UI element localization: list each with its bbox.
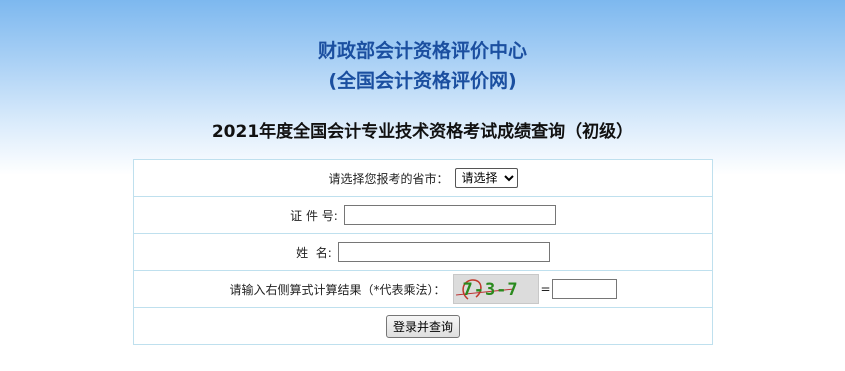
captcha-image[interactable]: 7-3-7 _ bbox=[453, 274, 540, 304]
province-row: 请选择您报考的省市： 请选择 bbox=[134, 160, 712, 197]
id-number-input[interactable] bbox=[343, 205, 556, 225]
equals-sign: = bbox=[540, 282, 551, 296]
captcha-text: 7-3-7 _ bbox=[462, 280, 519, 303]
page-title: 2021年度全国会计专业技术资格考试成绩查询（初级） bbox=[211, 122, 634, 142]
org-title: 财政部会计资格评价中心 bbox=[317, 40, 527, 62]
id-label: 证 件 号: bbox=[290, 208, 338, 223]
query-form: 请选择您报考的省市： 请选择 证 件 号: 姓 名: 请输入右侧算式计算结果（*… bbox=[133, 159, 713, 345]
name-label: 姓 名: bbox=[296, 245, 332, 260]
org-subtitle: (全国会计资格评价网) bbox=[328, 70, 517, 92]
name-input[interactable] bbox=[337, 242, 550, 262]
name-row: 姓 名: bbox=[134, 234, 712, 271]
province-label: 请选择您报考的省市： bbox=[328, 171, 449, 186]
province-select[interactable]: 请选择 bbox=[454, 168, 518, 188]
submit-row: 登录并查询 bbox=[134, 308, 712, 344]
captcha-answer-input[interactable] bbox=[551, 279, 617, 299]
id-row: 证 件 号: bbox=[134, 197, 712, 234]
captcha-row: 请输入右侧算式计算结果（*代表乘法）： 7-3-7 _ = bbox=[134, 271, 712, 308]
submit-button[interactable]: 登录并查询 bbox=[385, 314, 460, 338]
captcha-label: 请输入右侧算式计算结果（*代表乘法）： bbox=[229, 282, 446, 297]
